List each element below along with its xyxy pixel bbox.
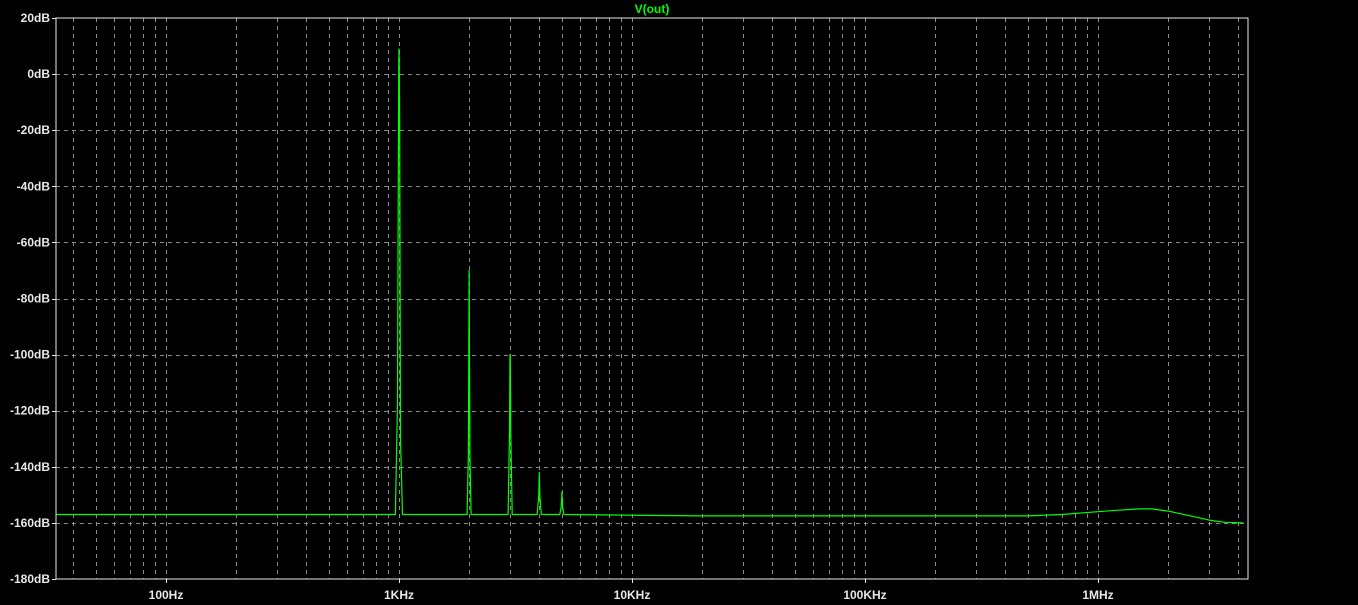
- x-tick-label: 10KHz: [614, 588, 651, 602]
- chart-title: V(out): [635, 2, 670, 16]
- y-tick-label: -100dB: [10, 348, 50, 362]
- y-tick-label: -60dB: [17, 235, 51, 249]
- y-tick-label: 20dB: [21, 11, 51, 25]
- y-tick-label: -40dB: [17, 179, 51, 193]
- y-tick-label: -160dB: [10, 516, 50, 530]
- y-tick-label: -180dB: [10, 572, 50, 586]
- x-tick-label: 1KHz: [384, 588, 414, 602]
- x-tick-label: 100KHz: [843, 588, 886, 602]
- y-tick-label: -80dB: [17, 292, 51, 306]
- x-tick-label: 100Hz: [149, 588, 184, 602]
- y-tick-label: -20dB: [17, 123, 51, 137]
- chart: 20dB 0dB -20dB -40dB -60dB -80dB -100dB -120dB -…: [0, 0, 1358, 605]
- x-tick-label: 1MHz: [1082, 588, 1113, 602]
- y-tick-label: -120dB: [10, 404, 50, 418]
- y-tick-label: 0dB: [27, 67, 50, 81]
- y-tick-label: -140dB: [10, 460, 50, 474]
